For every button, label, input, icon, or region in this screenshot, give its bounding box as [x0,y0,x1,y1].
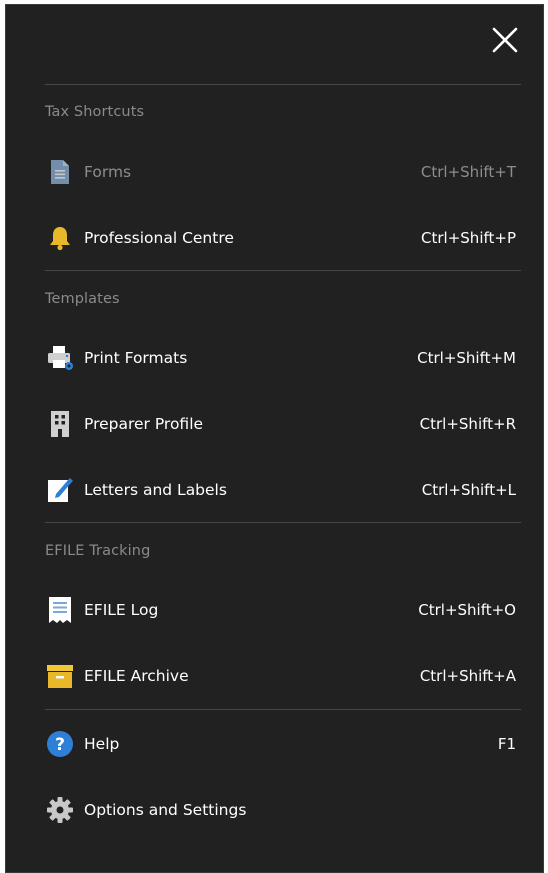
archive-icon [46,662,74,690]
menu-item-letters-and-labels[interactable]: Letters and Labels Ctrl+Shift+L [42,470,522,510]
section-header-templates: Templates [45,291,120,307]
menu-item-label: Preparer Profile [84,415,204,433]
shortcut-text: Ctrl+Shift+M [417,349,516,367]
close-button[interactable] [490,25,520,55]
log-icon [46,596,74,624]
menu-item-label: Letters and Labels [84,481,227,499]
menu-item-options-and-settings[interactable]: Options and Settings [42,790,522,830]
menu-item-label: Print Formats [84,349,188,367]
close-icon [492,27,518,53]
menu-item-efile-archive[interactable]: EFILE Archive Ctrl+Shift+A [42,656,522,696]
menu-item-label: Professional Centre [84,229,234,247]
divider [45,270,521,271]
help-icon: ? [46,730,74,758]
printer-icon [46,344,74,372]
gear-icon [46,796,74,824]
building-icon [46,410,74,438]
menu-item-preparer-profile[interactable]: Preparer Profile Ctrl+Shift+R [42,404,522,444]
edit-icon [46,476,74,504]
document-icon [46,158,74,186]
menu-item-label: Options and Settings [84,801,247,819]
menu-item-label: EFILE Archive [84,667,189,685]
section-header-tax-shortcuts: Tax Shortcuts [45,104,145,120]
menu-item-print-formats[interactable]: Print Formats Ctrl+Shift+M [42,338,522,378]
shortcut-text: Ctrl+Shift+T [420,163,516,181]
shortcut-text: Ctrl+Shift+P [421,229,516,247]
shortcuts-panel: Tax Shortcuts Forms Ctrl+Shift+T Profess… [5,4,544,873]
menu-item-help[interactable]: ? Help F1 [42,724,522,764]
shortcut-text: Ctrl+Shift+O [418,601,516,619]
menu-item-label: Forms [84,163,132,181]
menu-item-efile-log[interactable]: EFILE Log Ctrl+Shift+O [42,590,522,630]
shortcut-text: Ctrl+Shift+L [421,481,516,499]
shortcut-text: F1 [497,735,516,753]
menu-item-label: Help [84,735,120,753]
section-header-efile-tracking: EFILE Tracking [45,543,151,559]
shortcut-text: Ctrl+Shift+A [419,667,516,685]
bell-icon [46,224,74,252]
divider [45,709,521,710]
divider [45,522,521,523]
menu-item-label: EFILE Log [84,601,159,619]
svg-text:?: ? [55,735,65,755]
menu-item-professional-centre[interactable]: Professional Centre Ctrl+Shift+P [42,218,522,258]
menu-item-forms[interactable]: Forms Ctrl+Shift+T [42,152,522,192]
divider [45,84,521,85]
shortcut-text: Ctrl+Shift+R [419,415,516,433]
